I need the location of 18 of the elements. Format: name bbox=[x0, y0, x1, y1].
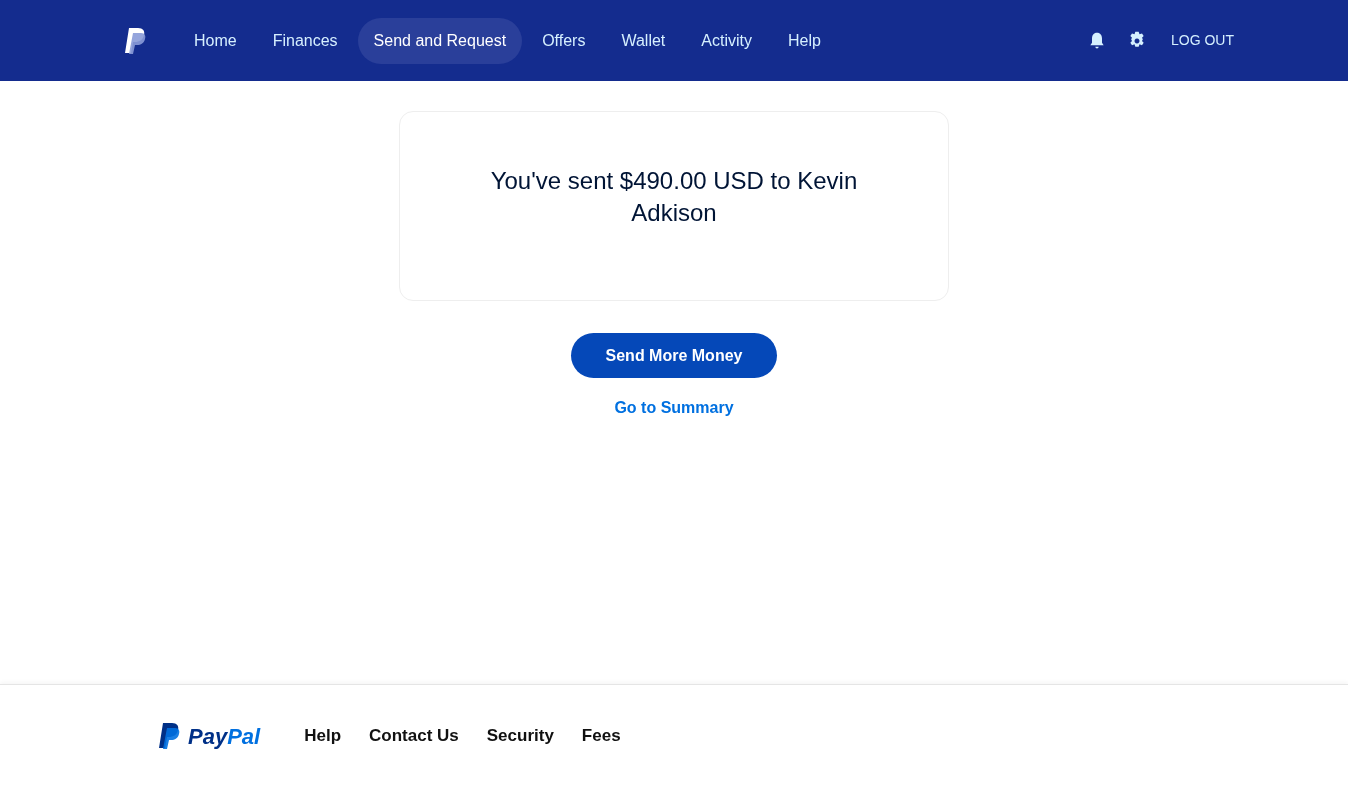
footer-link[interactable]: Fees bbox=[581, 723, 621, 749]
nav-tab[interactable]: Finances bbox=[256, 17, 354, 64]
send-more-money-button[interactable]: Send More Money bbox=[571, 333, 777, 378]
footer-link[interactable]: Security bbox=[486, 723, 554, 749]
nav-tab[interactable]: Activity bbox=[685, 17, 768, 64]
logo-icon bbox=[124, 26, 148, 55]
logo-icon bbox=[158, 722, 182, 750]
nav-tab[interactable]: Help bbox=[771, 17, 837, 64]
nav-tab[interactable]: Send and Request bbox=[357, 17, 523, 64]
footer-link[interactable]: Help bbox=[304, 723, 342, 749]
nav-tab[interactable]: Home bbox=[178, 17, 253, 64]
logo-wordmark: PayPal bbox=[188, 722, 261, 751]
go-to-summary-link[interactable]: Go to Summary bbox=[614, 396, 734, 420]
confirmation-message: You've sent $490.00 USD to Kevin Adkison bbox=[489, 166, 859, 228]
nav-tab[interactable]: Wallet bbox=[605, 17, 682, 64]
nav-tab[interactable]: Offers bbox=[526, 17, 602, 64]
log-out-link[interactable]: LOG OUT bbox=[1171, 30, 1234, 51]
footer-link[interactable]: Contact Us bbox=[369, 723, 459, 749]
